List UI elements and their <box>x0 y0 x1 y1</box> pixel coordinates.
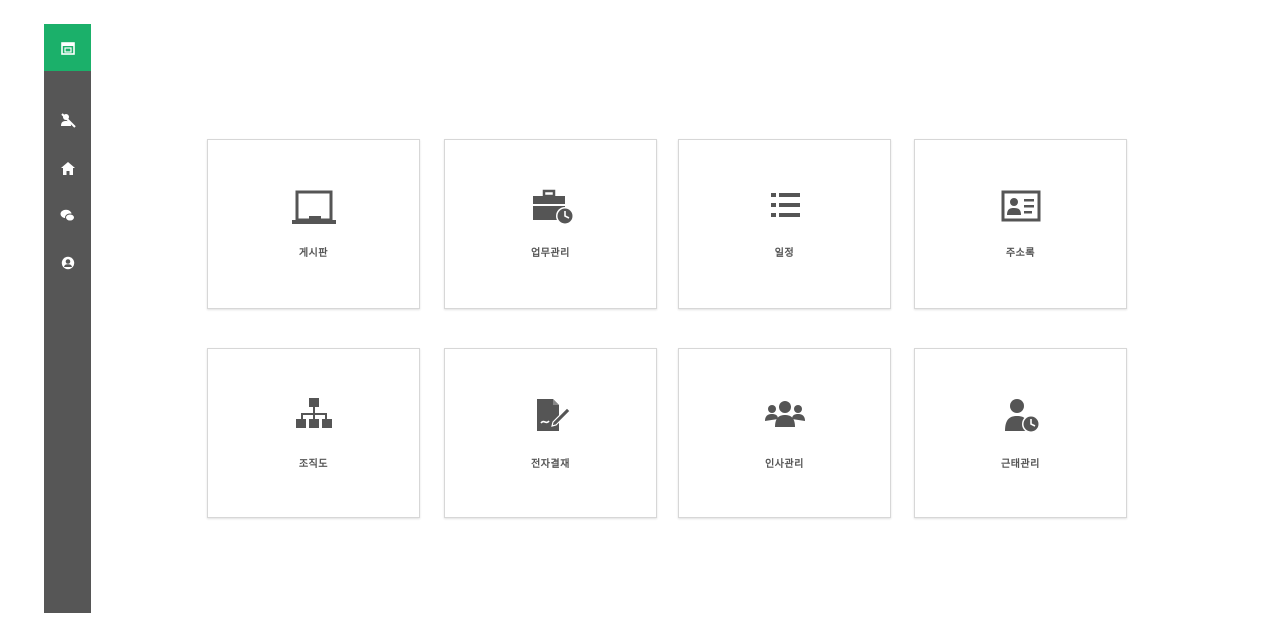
home-icon <box>60 161 75 175</box>
contact-card-icon <box>1001 190 1040 222</box>
menu-tile-label: 근태관리 <box>1001 459 1040 470</box>
menu-tile-label: 전자결재 <box>531 459 570 470</box>
briefcase-clock-icon <box>532 189 574 225</box>
sidebar-item-chat[interactable] <box>44 203 91 227</box>
sidebar-item-profile[interactable] <box>44 251 91 275</box>
list-icon <box>770 193 800 217</box>
menu-tile-label: 주소록 <box>1005 248 1036 259</box>
menu-tile-task[interactable]: 업무관리 <box>444 139 657 309</box>
chat-bubbles-icon <box>60 209 75 221</box>
menu-tile-approval[interactable]: 전자결재 <box>444 348 657 518</box>
user-slash-icon <box>60 113 76 128</box>
menu-tile-schedule[interactable]: 일정 <box>678 139 891 309</box>
menu-tile-attendance[interactable]: 근태관리 <box>914 348 1127 518</box>
sidebar-item-home[interactable] <box>44 156 91 180</box>
menu-tile-label: 일정 <box>774 248 795 259</box>
menu-tile-label: 인사관리 <box>765 459 804 470</box>
board-screen-icon <box>291 190 336 224</box>
user-clock-icon <box>1004 399 1040 433</box>
menu-tile-label: 조직도 <box>298 459 329 470</box>
menu-tile-org-chart[interactable]: 조직도 <box>207 348 420 518</box>
menu-tile-hr[interactable]: 인사관리 <box>678 348 891 518</box>
logo-button[interactable] <box>44 24 91 71</box>
org-chart-icon <box>295 398 332 428</box>
menu-tile-board[interactable]: 게시판 <box>207 139 420 309</box>
sidebar <box>44 24 91 613</box>
menu-tile-address-book[interactable]: 주소록 <box>914 139 1127 309</box>
users-group-icon <box>764 401 805 427</box>
sidebar-item-user-slash[interactable] <box>44 108 91 132</box>
calendar-logo-icon <box>60 41 75 55</box>
user-circle-icon <box>61 256 74 270</box>
menu-tile-label: 게시판 <box>298 248 329 259</box>
document-sign-icon <box>536 399 571 431</box>
menu-tile-label: 업무관리 <box>531 248 570 259</box>
